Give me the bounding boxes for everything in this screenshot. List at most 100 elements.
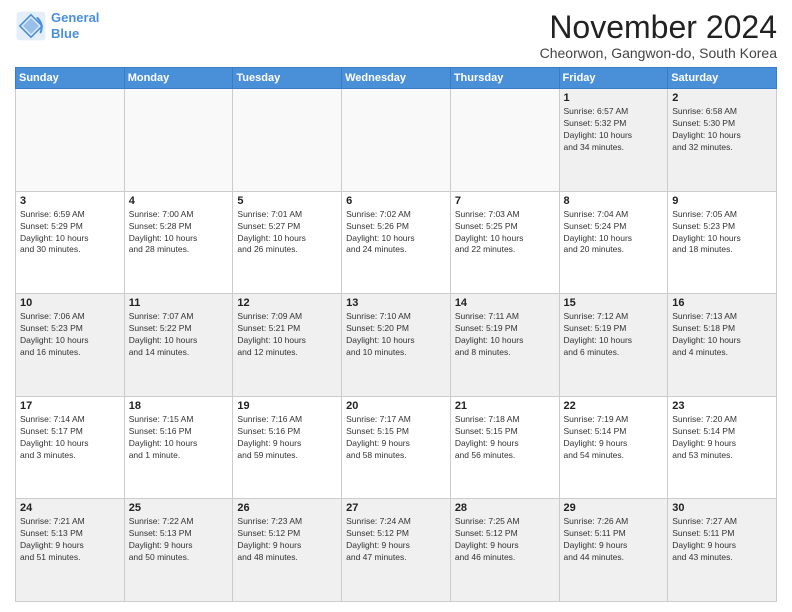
day-number: 4	[129, 195, 229, 207]
day-info: Sunrise: 7:17 AM Sunset: 5:15 PM Dayligh…	[346, 414, 446, 462]
weekday-header: Monday	[124, 68, 233, 89]
calendar-day-cell: 11Sunrise: 7:07 AM Sunset: 5:22 PM Dayli…	[124, 294, 233, 397]
day-number: 18	[129, 400, 229, 412]
day-info: Sunrise: 7:19 AM Sunset: 5:14 PM Dayligh…	[564, 414, 664, 462]
day-info: Sunrise: 7:12 AM Sunset: 5:19 PM Dayligh…	[564, 311, 664, 359]
day-info: Sunrise: 7:05 AM Sunset: 5:23 PM Dayligh…	[672, 209, 772, 257]
calendar-week-row: 24Sunrise: 7:21 AM Sunset: 5:13 PM Dayli…	[16, 499, 777, 602]
day-number: 17	[20, 400, 120, 412]
title-block: November 2024 Cheorwon, Gangwon-do, Sout…	[540, 10, 777, 61]
day-number: 29	[564, 502, 664, 514]
weekday-header: Thursday	[450, 68, 559, 89]
calendar-day-cell: 10Sunrise: 7:06 AM Sunset: 5:23 PM Dayli…	[16, 294, 125, 397]
calendar-day-cell: 27 Sunrise: 7:24 AM Sunset: 5:12 PM Dayli…	[342, 499, 451, 602]
day-info: Sunrise: 7:03 AM Sunset: 5:25 PM Dayligh…	[455, 209, 555, 257]
day-number: 19	[237, 400, 337, 412]
calendar-day-cell: 20 Sunrise: 7:17 AM Sunset: 5:15 PM Dayli…	[342, 396, 451, 499]
day-info: Sunrise: 7:24 AM Sunset: 5:12 PM Dayligh…	[346, 516, 446, 564]
logo: General Blue	[15, 10, 99, 42]
day-number: 7	[455, 195, 555, 207]
calendar-day-cell: 4 Sunrise: 7:00 AM Sunset: 5:28 PM Daylig…	[124, 191, 233, 294]
calendar-day-cell: 18 Sunrise: 7:15 AM Sunset: 5:16 PM Dayli…	[124, 396, 233, 499]
day-info: Sunrise: 7:23 AM Sunset: 5:12 PM Dayligh…	[237, 516, 337, 564]
day-info: Sunrise: 7:18 AM Sunset: 5:15 PM Dayligh…	[455, 414, 555, 462]
day-info: Sunrise: 7:13 AM Sunset: 5:18 PM Dayligh…	[672, 311, 772, 359]
day-number: 14	[455, 297, 555, 309]
day-info: Sunrise: 7:21 AM Sunset: 5:13 PM Dayligh…	[20, 516, 120, 564]
calendar-day-cell: 19 Sunrise: 7:16 AM Sunset: 5:16 PM Dayli…	[233, 396, 342, 499]
calendar-day-cell: 9 Sunrise: 7:05 AM Sunset: 5:23 PM Daylig…	[668, 191, 777, 294]
calendar-day-cell	[124, 89, 233, 192]
day-number: 3	[20, 195, 120, 207]
day-number: 30	[672, 502, 772, 514]
calendar-day-cell: 30 Sunrise: 7:27 AM Sunset: 5:11 PM Dayli…	[668, 499, 777, 602]
day-number: 26	[237, 502, 337, 514]
calendar-day-cell: 24Sunrise: 7:21 AM Sunset: 5:13 PM Dayli…	[16, 499, 125, 602]
calendar-day-cell	[450, 89, 559, 192]
calendar-day-cell: 21 Sunrise: 7:18 AM Sunset: 5:15 PM Dayli…	[450, 396, 559, 499]
calendar-day-cell: 14 Sunrise: 7:11 AM Sunset: 5:19 PM Dayli…	[450, 294, 559, 397]
logo-line1: General	[51, 10, 99, 25]
logo-line2: Blue	[51, 26, 79, 41]
calendar-week-row: 17 Sunrise: 7:14 AM Sunset: 5:17 PM Dayli…	[16, 396, 777, 499]
logo-text: General Blue	[51, 10, 99, 41]
calendar-day-cell: 6Sunrise: 7:02 AM Sunset: 5:26 PM Daylig…	[342, 191, 451, 294]
calendar-week-row: 10Sunrise: 7:06 AM Sunset: 5:23 PM Dayli…	[16, 294, 777, 397]
day-number: 12	[237, 297, 337, 309]
day-number: 20	[346, 400, 446, 412]
calendar-day-cell: 1 Sunrise: 6:57 AM Sunset: 5:32 PM Daylig…	[559, 89, 668, 192]
weekday-header: Sunday	[16, 68, 125, 89]
calendar-week-row: 1 Sunrise: 6:57 AM Sunset: 5:32 PM Daylig…	[16, 89, 777, 192]
calendar-day-cell: 26 Sunrise: 7:23 AM Sunset: 5:12 PM Dayli…	[233, 499, 342, 602]
calendar-header-row: SundayMondayTuesdayWednesdayThursdayFrid…	[16, 68, 777, 89]
day-info: Sunrise: 7:01 AM Sunset: 5:27 PM Dayligh…	[237, 209, 337, 257]
calendar-day-cell	[233, 89, 342, 192]
calendar-day-cell: 3 Sunrise: 6:59 AM Sunset: 5:29 PM Daylig…	[16, 191, 125, 294]
day-info: Sunrise: 7:15 AM Sunset: 5:16 PM Dayligh…	[129, 414, 229, 462]
day-number: 27	[346, 502, 446, 514]
month-title: November 2024	[540, 10, 777, 45]
day-info: Sunrise: 7:27 AM Sunset: 5:11 PM Dayligh…	[672, 516, 772, 564]
calendar-day-cell: 23 Sunrise: 7:20 AM Sunset: 5:14 PM Dayli…	[668, 396, 777, 499]
page: General Blue November 2024 Cheorwon, Gan…	[0, 0, 792, 612]
weekday-header: Saturday	[668, 68, 777, 89]
day-number: 11	[129, 297, 229, 309]
day-info: Sunrise: 7:14 AM Sunset: 5:17 PM Dayligh…	[20, 414, 120, 462]
day-info: Sunrise: 7:11 AM Sunset: 5:19 PM Dayligh…	[455, 311, 555, 359]
day-number: 13	[346, 297, 446, 309]
calendar-week-row: 3 Sunrise: 6:59 AM Sunset: 5:29 PM Daylig…	[16, 191, 777, 294]
calendar-day-cell: 12Sunrise: 7:09 AM Sunset: 5:21 PM Dayli…	[233, 294, 342, 397]
day-number: 22	[564, 400, 664, 412]
day-number: 16	[672, 297, 772, 309]
day-info: Sunrise: 7:26 AM Sunset: 5:11 PM Dayligh…	[564, 516, 664, 564]
day-info: Sunrise: 7:02 AM Sunset: 5:26 PM Dayligh…	[346, 209, 446, 257]
calendar-day-cell: 25Sunrise: 7:22 AM Sunset: 5:13 PM Dayli…	[124, 499, 233, 602]
day-number: 9	[672, 195, 772, 207]
header: General Blue November 2024 Cheorwon, Gan…	[15, 10, 777, 61]
day-info: Sunrise: 6:58 AM Sunset: 5:30 PM Dayligh…	[672, 106, 772, 154]
day-info: Sunrise: 7:20 AM Sunset: 5:14 PM Dayligh…	[672, 414, 772, 462]
weekday-header: Friday	[559, 68, 668, 89]
logo-icon	[15, 10, 47, 42]
day-number: 21	[455, 400, 555, 412]
location: Cheorwon, Gangwon-do, South Korea	[540, 45, 777, 61]
day-number: 8	[564, 195, 664, 207]
calendar-day-cell: 13 Sunrise: 7:10 AM Sunset: 5:20 PM Dayli…	[342, 294, 451, 397]
day-info: Sunrise: 7:06 AM Sunset: 5:23 PM Dayligh…	[20, 311, 120, 359]
day-info: Sunrise: 6:59 AM Sunset: 5:29 PM Dayligh…	[20, 209, 120, 257]
day-info: Sunrise: 7:16 AM Sunset: 5:16 PM Dayligh…	[237, 414, 337, 462]
day-number: 25	[129, 502, 229, 514]
weekday-header: Tuesday	[233, 68, 342, 89]
calendar-day-cell: 2Sunrise: 6:58 AM Sunset: 5:30 PM Daylig…	[668, 89, 777, 192]
day-number: 5	[237, 195, 337, 207]
day-number: 1	[564, 92, 664, 104]
calendar-day-cell: 8Sunrise: 7:04 AM Sunset: 5:24 PM Daylig…	[559, 191, 668, 294]
calendar-day-cell: 7 Sunrise: 7:03 AM Sunset: 5:25 PM Daylig…	[450, 191, 559, 294]
day-number: 23	[672, 400, 772, 412]
calendar-day-cell: 22 Sunrise: 7:19 AM Sunset: 5:14 PM Dayli…	[559, 396, 668, 499]
day-info: Sunrise: 7:10 AM Sunset: 5:20 PM Dayligh…	[346, 311, 446, 359]
day-info: Sunrise: 6:57 AM Sunset: 5:32 PM Dayligh…	[564, 106, 664, 154]
day-info: Sunrise: 7:25 AM Sunset: 5:12 PM Dayligh…	[455, 516, 555, 564]
calendar-day-cell	[16, 89, 125, 192]
day-info: Sunrise: 7:00 AM Sunset: 5:28 PM Dayligh…	[129, 209, 229, 257]
